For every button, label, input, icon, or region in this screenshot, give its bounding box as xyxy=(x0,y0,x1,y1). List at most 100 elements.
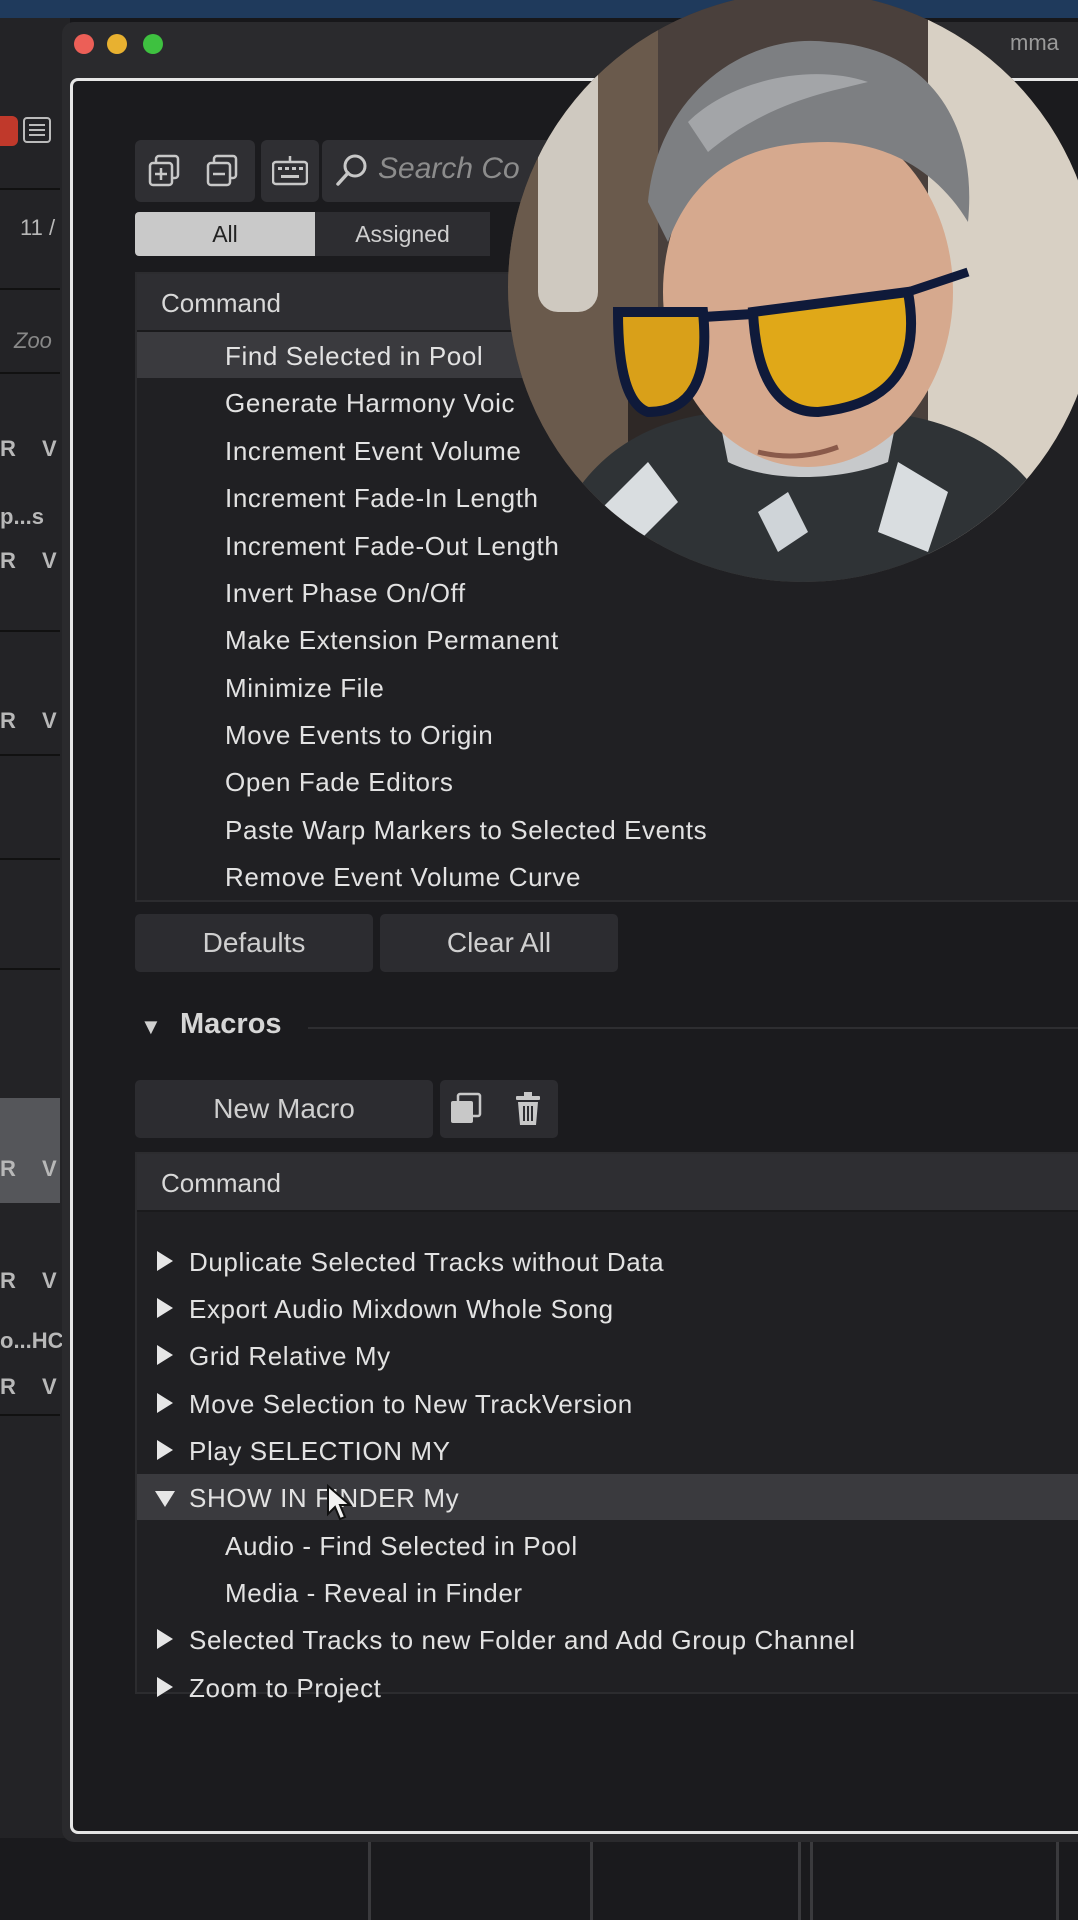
macro-row[interactable]: SHOW IN FINDER My xyxy=(137,1474,1078,1520)
expand-triangle-icon[interactable] xyxy=(157,1251,173,1271)
tab-all[interactable]: All xyxy=(135,212,315,256)
minimize-window-button[interactable] xyxy=(107,34,127,54)
write-button[interactable]: V xyxy=(42,436,57,462)
macro-row[interactable]: Zoom to Project xyxy=(137,1664,1078,1710)
macro-row[interactable]: Selected Tracks to new Folder and Add Gr… xyxy=(137,1616,1078,1662)
read-button[interactable]: R xyxy=(0,1268,16,1294)
remove-icon[interactable] xyxy=(206,154,240,188)
expand-triangle-icon[interactable] xyxy=(157,1677,173,1697)
divider xyxy=(1056,1838,1059,1920)
write-button[interactable]: V xyxy=(42,1268,57,1294)
webcam-overlay xyxy=(508,0,1078,582)
command-label: Move Events to Origin xyxy=(225,720,494,750)
command-row[interactable]: Paste Warp Markers to Selected Events xyxy=(137,806,1078,852)
command-label: Increment Fade-Out Length xyxy=(225,531,560,561)
macro-list: Command Duplicate Selected Tracks withou… xyxy=(135,1152,1078,1703)
search-placeholder: Search Co xyxy=(378,152,520,185)
macro-row[interactable]: Grid Relative My xyxy=(137,1332,1078,1378)
macro-command-row[interactable]: Media - Reveal in Finder xyxy=(137,1569,1078,1615)
command-label: Paste Warp Markers to Selected Events xyxy=(225,815,708,845)
track-name: p...s xyxy=(0,504,45,529)
read-button[interactable]: R xyxy=(0,436,16,462)
duplicate-macro-icon[interactable] xyxy=(448,1091,484,1127)
divider xyxy=(590,1838,593,1920)
macro-command-label: Media - Reveal in Finder xyxy=(225,1578,523,1608)
macro-label: Play SELECTION MY xyxy=(189,1436,451,1466)
read-button[interactable]: R xyxy=(0,708,16,734)
macro-label: Export Audio Mixdown Whole Song xyxy=(189,1294,614,1324)
background-track-panel: 11 / Zoo R V p...s R V R V R V R V o...H… xyxy=(0,18,70,1838)
command-label: Generate Harmony Voic xyxy=(225,388,516,418)
command-row[interactable]: Invert Phase On/Off xyxy=(137,569,1078,615)
macro-label: Zoom to Project xyxy=(189,1673,382,1703)
read-button[interactable]: R xyxy=(0,1156,16,1182)
macro-row[interactable]: Move Selection to New TrackVersion xyxy=(137,1380,1078,1426)
read-button[interactable]: R xyxy=(0,1374,16,1400)
macro-command-row[interactable]: Audio - Find Selected in Pool xyxy=(137,1522,1078,1568)
macro-column-header[interactable]: Command xyxy=(137,1154,1078,1212)
bar-counter: 11 / xyxy=(20,215,56,240)
search-icon xyxy=(334,152,370,188)
duplicate-icon[interactable] xyxy=(148,154,182,188)
command-label: Increment Event Volume xyxy=(225,436,522,466)
macro-label: Duplicate Selected Tracks without Data xyxy=(189,1247,665,1277)
divider xyxy=(0,1414,60,1416)
command-row[interactable]: Minimize File xyxy=(137,664,1078,710)
new-macro-button[interactable]: New Macro xyxy=(135,1080,433,1138)
write-button[interactable]: V xyxy=(42,1374,57,1400)
zoom-field[interactable]: Zoo xyxy=(14,328,52,354)
write-button[interactable]: V xyxy=(42,708,57,734)
command-row[interactable]: Remove Event Volume Curve xyxy=(137,853,1078,899)
tab-assigned[interactable]: Assigned xyxy=(315,212,490,256)
macro-label: SHOW IN FINDER My xyxy=(189,1483,460,1513)
command-label: Remove Event Volume Curve xyxy=(225,862,582,892)
record-indicator xyxy=(0,116,18,146)
keyboard-icon[interactable] xyxy=(271,154,309,188)
macro-label: Grid Relative My xyxy=(189,1341,391,1371)
command-row[interactable]: Make Extension Permanent xyxy=(137,616,1078,662)
macro-row[interactable]: Export Audio Mixdown Whole Song xyxy=(137,1285,1078,1331)
divider xyxy=(798,1838,801,1920)
divider xyxy=(0,968,60,970)
command-label: Find Selected in Pool xyxy=(225,341,484,371)
collapse-triangle-icon[interactable] xyxy=(155,1491,175,1507)
macro-label: Selected Tracks to new Folder and Add Gr… xyxy=(189,1625,856,1655)
close-window-button[interactable] xyxy=(74,34,94,54)
divider xyxy=(0,630,60,632)
expand-triangle-icon[interactable] xyxy=(157,1440,173,1460)
expand-triangle-icon[interactable] xyxy=(157,1345,173,1365)
collapse-triangle-icon[interactable]: ▼ xyxy=(140,1014,162,1040)
expand-triangle-icon[interactable] xyxy=(157,1393,173,1413)
macro-command-label: Audio - Find Selected in Pool xyxy=(225,1531,578,1561)
expand-triangle-icon[interactable] xyxy=(157,1629,173,1649)
menu-icon[interactable] xyxy=(22,116,54,144)
divider xyxy=(0,372,60,374)
command-row[interactable]: Move Events to Origin xyxy=(137,711,1078,757)
divider xyxy=(0,188,60,190)
trash-icon[interactable] xyxy=(510,1091,546,1127)
command-label: Make Extension Permanent xyxy=(225,625,559,655)
macro-label: Move Selection to New TrackVersion xyxy=(189,1389,633,1419)
command-header-label: Command xyxy=(161,288,281,318)
defaults-button[interactable]: Defaults xyxy=(135,914,373,972)
macro-row[interactable]: Duplicate Selected Tracks without Data xyxy=(137,1238,1078,1284)
write-button[interactable]: V xyxy=(42,1156,57,1182)
selected-track-strip xyxy=(0,1098,60,1203)
macro-row[interactable]: Play SELECTION MY xyxy=(137,1427,1078,1473)
background-bottom-area xyxy=(0,1838,1078,1920)
read-button[interactable]: R xyxy=(0,548,16,574)
command-label: Open Fade Editors xyxy=(225,767,454,797)
macros-section-title: Macros xyxy=(180,1008,282,1040)
maximize-window-button[interactable] xyxy=(143,34,163,54)
divider xyxy=(0,754,60,756)
mouse-cursor-icon xyxy=(326,1483,353,1527)
divider xyxy=(0,288,60,290)
divider xyxy=(0,858,60,860)
command-row[interactable]: Open Fade Editors xyxy=(137,758,1078,804)
divider xyxy=(368,1838,371,1920)
command-label: Minimize File xyxy=(225,673,385,703)
track-name: o...HC xyxy=(0,1328,64,1353)
clear-all-button[interactable]: Clear All xyxy=(380,914,618,972)
expand-triangle-icon[interactable] xyxy=(157,1298,173,1318)
write-button[interactable]: V xyxy=(42,548,57,574)
